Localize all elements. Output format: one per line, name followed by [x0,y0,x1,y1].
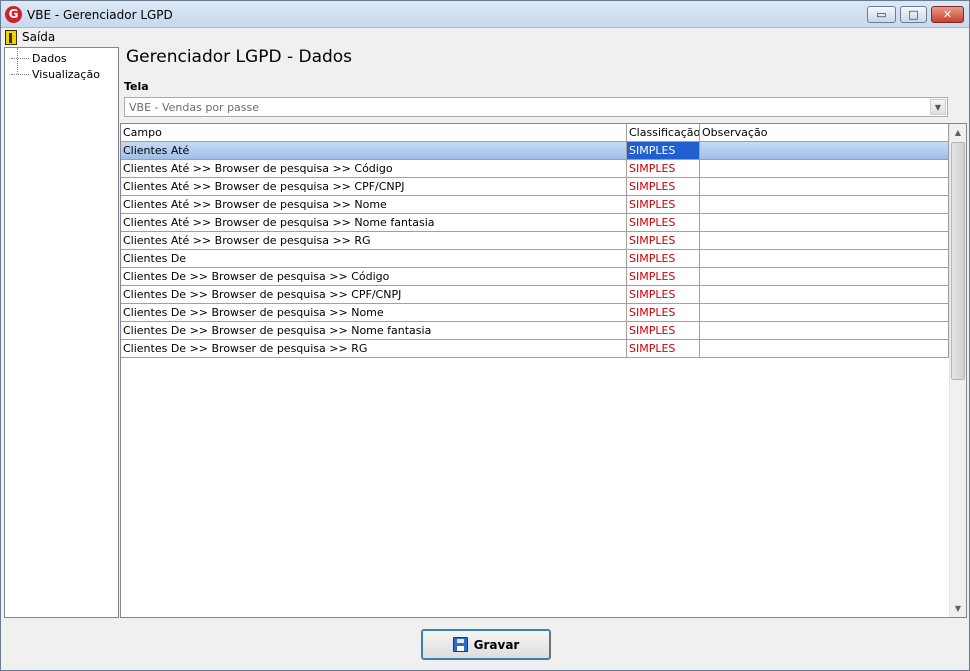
cell-observacao[interactable] [700,286,949,303]
cell-classificacao[interactable]: SIMPLES [627,322,700,339]
scroll-down-icon[interactable]: ▼ [950,600,966,617]
table-row[interactable]: Clientes De SIMPLES [121,250,949,268]
tree-item-label: Dados [32,51,67,65]
cell-classificacao[interactable]: SIMPLES [627,268,700,285]
page-title: Gerenciador LGPD - Dados [126,47,353,67]
column-header-campo[interactable]: Campo [121,124,627,142]
cell-classificacao[interactable]: SIMPLES [627,340,700,357]
cell-observacao[interactable] [700,160,949,177]
table-row[interactable]: Clientes Até >> Browser de pesquisa >> N… [121,196,949,214]
cell-observacao[interactable] [700,322,949,339]
cell-observacao[interactable] [700,268,949,285]
table-row[interactable]: Clientes De >> Browser de pesquisa >> CP… [121,286,949,304]
table-row[interactable]: Clientes Até >> Browser de pesquisa >> R… [121,232,949,250]
cell-observacao[interactable] [700,340,949,357]
table-row[interactable]: Clientes De >> Browser de pesquisa >> Có… [121,268,949,286]
cell-campo[interactable]: Clientes De >> Browser de pesquisa >> Có… [121,268,627,285]
cell-observacao[interactable] [700,196,949,213]
cell-campo[interactable]: Clientes De >> Browser de pesquisa >> No… [121,304,627,321]
app-logo-icon: G [5,6,22,23]
column-header-classificacao[interactable]: Classificação [627,124,700,142]
maximize-button[interactable]: □ [900,6,927,23]
tree-branch-line [11,73,29,75]
save-button[interactable]: Gravar [421,629,551,660]
cell-campo[interactable]: Clientes Até >> Browser de pesquisa >> C… [121,160,627,177]
window-title: VBE - Gerenciador LGPD [27,8,173,22]
menu-exit[interactable]: Saída [5,29,55,45]
table-row[interactable]: Clientes Até >> Browser de pesquisa >> C… [121,178,949,196]
table-row[interactable]: Clientes De >> Browser de pesquisa >> No… [121,304,949,322]
table-row[interactable]: Clientes De >> Browser de pesquisa >> RG… [121,340,949,358]
cell-observacao[interactable] [700,214,949,231]
cell-classificacao[interactable]: SIMPLES [627,214,700,231]
cell-campo[interactable]: Clientes Até >> Browser de pesquisa >> R… [121,232,627,249]
tree-item-visualizacao[interactable]: Visualização [5,66,100,82]
table-row[interactable]: Clientes Até >> Browser de pesquisa >> N… [121,214,949,232]
cell-classificacao[interactable]: SIMPLES [627,142,700,159]
grid-header: Campo Classificação Observação [121,124,949,142]
tree-item-dados[interactable]: Dados [5,50,67,66]
cell-campo[interactable]: Clientes De [121,250,627,267]
fields-grid: Campo Classificação Observação Clientes … [120,123,967,618]
cell-campo[interactable]: Clientes Até [121,142,627,159]
cell-classificacao[interactable]: SIMPLES [627,160,700,177]
cell-classificacao[interactable]: SIMPLES [627,232,700,249]
cell-campo[interactable]: Clientes De >> Browser de pesquisa >> No… [121,322,627,339]
cell-classificacao[interactable]: SIMPLES [627,304,700,321]
cell-campo[interactable]: Clientes Até >> Browser de pesquisa >> C… [121,178,627,195]
minimize-button[interactable]: ▭ [867,6,896,23]
scroll-thumb[interactable] [951,142,965,380]
menu-exit-label: Saída [22,30,56,44]
cell-campo[interactable]: Clientes De >> Browser de pesquisa >> RG [121,340,627,357]
vertical-scrollbar[interactable]: ▲ ▼ [949,124,966,617]
tela-label: Tela [124,80,149,93]
tela-select[interactable]: VBE - Vendas por passe ▼ [124,97,948,117]
title-bar[interactable]: G VBE - Gerenciador LGPD ▭ □ ✕ [1,1,969,28]
cell-classificacao[interactable]: SIMPLES [627,250,700,267]
save-button-label: Gravar [473,637,520,652]
floppy-disk-icon [452,637,468,652]
navigation-tree: Dados Visualização [4,47,119,618]
menu-bar: Saída [1,28,969,46]
cell-classificacao[interactable]: SIMPLES [627,178,700,195]
cell-campo[interactable]: Clientes Até >> Browser de pesquisa >> N… [121,196,627,213]
table-row[interactable]: Clientes Até >> Browser de pesquisa >> C… [121,160,949,178]
cell-classificacao[interactable]: SIMPLES [627,196,700,213]
tree-branch-line [11,57,29,59]
cell-observacao[interactable] [700,304,949,321]
cell-campo[interactable]: Clientes Até >> Browser de pesquisa >> N… [121,214,627,231]
table-row[interactable]: Clientes De >> Browser de pesquisa >> No… [121,322,949,340]
cell-observacao[interactable] [700,250,949,267]
chevron-down-icon[interactable]: ▼ [930,99,946,115]
cell-classificacao[interactable]: SIMPLES [627,286,700,303]
close-button[interactable]: ✕ [931,6,964,23]
cell-observacao[interactable] [700,232,949,249]
main-window: G VBE - Gerenciador LGPD ▭ □ ✕ Saída Dad… [0,0,970,671]
table-row[interactable]: Clientes Até SIMPLES [121,142,949,160]
cell-campo[interactable]: Clientes De >> Browser de pesquisa >> CP… [121,286,627,303]
cell-observacao[interactable] [700,142,949,159]
scroll-up-icon[interactable]: ▲ [950,124,966,141]
column-header-observacao[interactable]: Observação [700,124,949,142]
exit-door-icon [5,29,17,45]
tela-select-value: VBE - Vendas por passe [129,101,260,114]
cell-observacao[interactable] [700,178,949,195]
tree-item-label: Visualização [32,67,100,81]
grid-rows: Clientes Até SIMPLES Clientes Até >> Brows… [121,142,949,358]
